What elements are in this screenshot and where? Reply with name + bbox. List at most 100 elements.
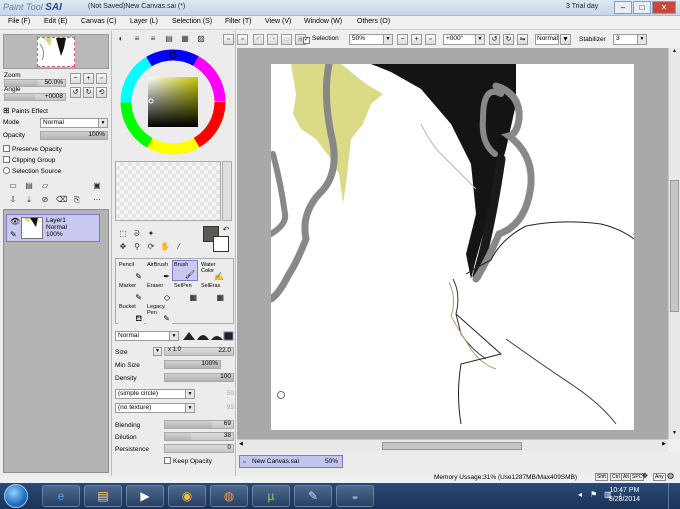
- swatch-mode-icon[interactable]: ▤: [164, 34, 174, 44]
- stabilizer-select[interactable]: 3 ▼: [613, 34, 647, 45]
- clear-layer-icon[interactable]: ⊘: [40, 195, 50, 205]
- rotate-left-button[interactable]: ↺: [70, 87, 81, 98]
- vertical-scrollbar[interactable]: ▲ ▼: [668, 48, 680, 439]
- new-folder-icon[interactable]: ▱: [40, 181, 50, 191]
- menu-canvas[interactable]: Canvas (C): [81, 18, 116, 25]
- panel-collapse-button[interactable]: ▫: [223, 34, 234, 45]
- paints-effect-header[interactable]: ⊞ Paints Effect: [3, 106, 48, 115]
- rotate-right-button[interactable]: ↻: [83, 87, 94, 98]
- menu-window[interactable]: Window (W): [304, 18, 342, 25]
- internet-explorer-icon[interactable]: e: [42, 485, 80, 507]
- redo-button[interactable]: ↷: [267, 34, 278, 45]
- canvas-area[interactable]: [237, 48, 668, 439]
- minimize-button[interactable]: –: [614, 1, 632, 14]
- menu-selection[interactable]: Selection (S): [172, 18, 212, 25]
- vertical-scroll-thumb[interactable]: [670, 180, 679, 312]
- angle-slider[interactable]: +0008: [4, 93, 66, 101]
- rotate-tool-icon[interactable]: ⟳: [146, 242, 156, 252]
- color-swatch-scratchpad[interactable]: [115, 161, 221, 221]
- layer-mode-select[interactable]: Normal ▼: [40, 118, 108, 128]
- min-size-slider[interactable]: 100%: [164, 360, 221, 369]
- zoom-reset-button[interactable]: ▫: [96, 73, 107, 84]
- scratchpad-scrollbar[interactable]: [222, 161, 232, 221]
- dilution-slider[interactable]: 38: [164, 432, 234, 441]
- document-tab[interactable]: ▫ New Canvas.sai 50%: [239, 455, 343, 468]
- mask-icon[interactable]: ▣: [92, 181, 102, 191]
- size-dropdown-button[interactable]: ▼: [153, 347, 162, 356]
- opacity-slider[interactable]: 100%: [40, 131, 108, 140]
- transfer-down-icon[interactable]: ⇩: [8, 195, 18, 205]
- layer-options-icon[interactable]: ⋯: [92, 195, 102, 205]
- deselect-button[interactable]: ▭: [281, 34, 292, 45]
- utorrent-icon[interactable]: µ: [252, 485, 290, 507]
- tool-pencil[interactable]: Pencil ✎: [118, 261, 144, 282]
- scroll-up-icon[interactable]: ▲: [670, 48, 679, 57]
- horizontal-scrollbar[interactable]: ◀ ▶: [237, 439, 668, 452]
- firefox-icon[interactable]: ◍: [210, 485, 248, 507]
- zoom-out-button[interactable]: −: [70, 73, 81, 84]
- rotate-cw-button[interactable]: ↻: [503, 34, 514, 45]
- tool-bucket[interactable]: Bucket ⛾: [118, 303, 144, 324]
- tool-marker[interactable]: Marker ✎: [118, 282, 144, 303]
- merge-down-icon[interactable]: ⤓: [24, 195, 34, 205]
- display-mode-select[interactable]: Normal: [535, 34, 559, 45]
- zoom-select[interactable]: 50% ▼: [349, 34, 393, 45]
- system-clock[interactable]: 10:47 PM 8/28/2014: [609, 486, 640, 504]
- status-options-icon[interactable]: ◍: [667, 471, 674, 480]
- scroll-right-icon[interactable]: ▶: [662, 441, 666, 447]
- selection-source-checkbox[interactable]: Selection Source: [3, 167, 61, 175]
- zoom-fit-button[interactable]: ▫: [425, 34, 436, 45]
- zoom-tool-icon[interactable]: ⚲: [132, 242, 142, 252]
- scroll-left-icon[interactable]: ◀: [239, 441, 243, 447]
- persistence-slider[interactable]: 0: [164, 444, 234, 453]
- color-options-icon[interactable]: ▨: [196, 34, 206, 44]
- density-slider[interactable]: 100: [164, 373, 234, 382]
- blend-mode-select[interactable]: Normal ▼: [115, 331, 179, 341]
- flip-button[interactable]: ⇋: [517, 34, 528, 45]
- horizontal-scroll-thumb[interactable]: [382, 442, 522, 450]
- media-player-icon[interactable]: ▶: [126, 485, 164, 507]
- scroll-down-icon[interactable]: ▼: [670, 430, 679, 439]
- size-slider[interactable]: x 1.0 22.0: [164, 347, 234, 356]
- menu-file[interactable]: File (F): [8, 18, 30, 25]
- menu-layer[interactable]: Layer (L): [130, 18, 158, 25]
- zoom-in-toolbar-button[interactable]: +: [411, 34, 422, 45]
- copy-layer-icon[interactable]: ⎘: [72, 195, 82, 205]
- clipping-group-checkbox[interactable]: Clipping Group: [3, 156, 55, 164]
- brush-shape-presets[interactable]: [182, 330, 234, 341]
- menu-edit[interactable]: Edit (E): [44, 18, 67, 25]
- rgb-slider-mode-icon[interactable]: ≡: [132, 34, 142, 44]
- rotation-select[interactable]: +000° ▼: [443, 34, 485, 45]
- brush-texture-select[interactable]: (no texture) ▼: [115, 403, 195, 413]
- paint-tool-sai-taskbar-icon[interactable]: ✎: [294, 485, 332, 507]
- start-button[interactable]: [4, 484, 28, 508]
- rect-select-icon[interactable]: ⬚: [118, 229, 128, 239]
- navigator-preview[interactable]: [3, 34, 109, 69]
- tool-watercolor[interactable]: Water Color ✍: [200, 261, 226, 282]
- menu-others[interactable]: Others (O): [357, 18, 390, 25]
- display-mode-button[interactable]: ▼: [560, 34, 571, 45]
- keep-opacity-checkbox[interactable]: Keep Opacity: [164, 457, 212, 465]
- rotate-reset-button[interactable]: ⟲: [96, 87, 107, 98]
- layer-row[interactable]: 👁 ✎ Layer1 Normal 100%: [6, 214, 100, 242]
- color-wheel[interactable]: [120, 49, 226, 155]
- globe-app-icon[interactable]: ◒: [336, 485, 374, 507]
- tool-airbrush[interactable]: AirBrush ✒: [146, 261, 172, 282]
- menu-view[interactable]: View (V): [265, 18, 291, 25]
- tool-seleras[interactable]: SelEras ▦: [200, 282, 226, 303]
- move-icon[interactable]: ✥: [118, 242, 128, 252]
- close-button[interactable]: ✕: [652, 1, 676, 14]
- hand-icon[interactable]: ✋: [160, 242, 170, 252]
- show-desktop-button[interactable]: [668, 483, 680, 509]
- rotate-ccw-button[interactable]: ↺: [489, 34, 500, 45]
- preserve-opacity-checkbox[interactable]: Preserve Opacity: [3, 145, 62, 153]
- secondary-color-swatch[interactable]: [213, 236, 229, 252]
- new-linework-layer-icon[interactable]: ▤: [24, 181, 34, 191]
- tool-legacy-pen[interactable]: Legacy Pen ✎: [146, 303, 172, 324]
- drawing-canvas[interactable]: [271, 64, 634, 430]
- tray-arrow-icon[interactable]: ◂: [578, 490, 582, 499]
- panel-toggle-button[interactable]: ▫: [237, 34, 248, 45]
- maximize-button[interactable]: □: [633, 1, 651, 14]
- menu-filter[interactable]: Filter (T): [225, 18, 251, 25]
- eye-icon[interactable]: 👁: [10, 217, 20, 226]
